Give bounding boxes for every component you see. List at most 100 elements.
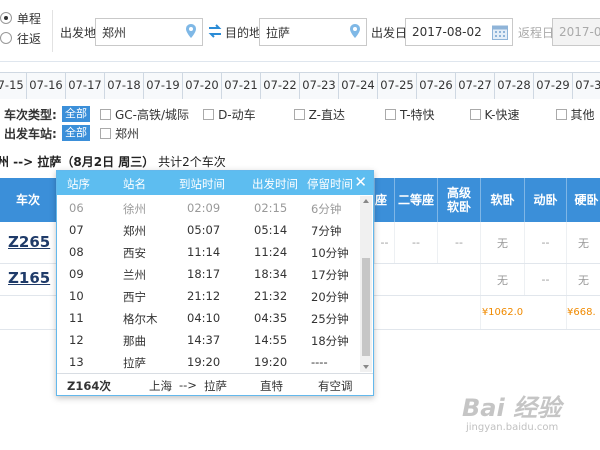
train-type-option-label: K-快速 [484, 107, 520, 122]
stop-arrive: 21:12 [187, 289, 221, 303]
watermark: Bai 经验 jingyan.baidu.com [450, 388, 600, 443]
from-label: 出发地 [60, 26, 97, 40]
date-tabs: 07-1507-1607-1707-1807-1907-2007-2107-22… [0, 72, 600, 99]
checkbox[interactable] [384, 108, 396, 120]
date-tab[interactable]: 07-15 [0, 73, 27, 99]
date-tab[interactable]: 07-24 [339, 73, 378, 99]
train-type-option[interactable]: K-快速 [469, 106, 520, 123]
to-label: 目的地 [225, 26, 262, 40]
return-date-input[interactable]: 2017-0 [552, 18, 600, 46]
stop-depart: 05:14 [254, 223, 288, 237]
swap-icon[interactable] [207, 24, 223, 38]
header-soft-sleeper: 软卧 [480, 178, 524, 222]
train-type-option[interactable]: Z-直达 [293, 106, 345, 123]
col-depart: 出发时间 [252, 177, 298, 191]
date-tab[interactable]: 07-30 [573, 73, 600, 99]
train-type-option[interactable]: 其他 [555, 106, 595, 123]
train-number-link[interactable]: Z165 [8, 269, 50, 287]
scroll-up-icon[interactable] [363, 199, 369, 203]
header-train: 车次 [15, 193, 40, 207]
stop-depart: 04:35 [254, 311, 288, 325]
checkbox[interactable] [555, 108, 567, 120]
footer-arrow: --> [179, 378, 197, 392]
stop-row: 13 拉萨 19:20 19:20 ---- [57, 351, 357, 373]
roundtrip-radio[interactable] [0, 32, 12, 44]
oneway-radio[interactable] [0, 12, 12, 24]
date-tab[interactable]: 07-29 [534, 73, 573, 99]
stop-row: 09 兰州 18:17 18:34 17分钟 [57, 263, 357, 285]
train-type-option[interactable]: GC-高铁/城际 [100, 106, 189, 123]
depart-label: 出发日 [371, 26, 408, 40]
train-type-option[interactable]: D-动车 [203, 106, 256, 123]
stop-stay: 18分钟 [311, 334, 349, 348]
depart-date-input[interactable]: 2017-08-02 [405, 18, 513, 46]
date-tab[interactable]: 07-16 [27, 73, 66, 99]
stop-seq: 08 [69, 245, 84, 259]
stop-depart: 02:15 [254, 201, 288, 215]
from-input[interactable]: 郑州 [95, 18, 203, 46]
date-tab[interactable]: 07-20 [183, 73, 222, 99]
date-tab[interactable]: 07-23 [300, 73, 339, 99]
stops-list: 06 徐州 02:09 02:15 6分钟 07 郑州 05:07 05:14 7分钟 08 西安 11… [57, 195, 373, 373]
checkbox[interactable] [100, 108, 111, 120]
stop-arrive: 19:20 [187, 355, 221, 369]
stop-station: 格尔木 [123, 312, 158, 326]
date-tab[interactable]: 07-28 [495, 73, 534, 99]
train-number-link[interactable]: Z265 [8, 233, 50, 251]
date-tab[interactable]: 07-26 [417, 73, 456, 99]
stop-stay: 6分钟 [311, 202, 342, 216]
header-deluxe-soft-sleeper: 高级 软卧 [437, 178, 480, 222]
train-type-option[interactable]: T-特快 [384, 106, 435, 123]
scrollbar-thumb[interactable] [362, 258, 370, 356]
date-tab[interactable]: 07-19 [144, 73, 183, 99]
station-all-button[interactable]: 全部 [62, 125, 90, 141]
station-option-label: 郑州 [115, 126, 140, 141]
watermark-url: jingyan.baidu.com [466, 422, 559, 433]
stop-seq: 13 [69, 355, 84, 369]
stop-depart: 21:32 [254, 289, 288, 303]
price-hard-sleeper[interactable]: ¥668. [566, 296, 600, 329]
scrollbar[interactable] [360, 196, 372, 372]
stop-stay: 25分钟 [311, 312, 349, 326]
table-cell: 无 [566, 222, 600, 263]
stop-row: 10 西宁 21:12 21:32 20分钟 [57, 285, 357, 307]
train-type-all-button[interactable]: 全部 [62, 106, 90, 122]
date-tab[interactable]: 07-27 [456, 73, 495, 99]
col-stay: 停留时间 [307, 177, 353, 191]
footer-ac: 有空调 [318, 379, 353, 393]
stop-station: 徐州 [123, 202, 146, 216]
trip-type-oneway[interactable]: 单程 [0, 8, 48, 28]
date-tab[interactable]: 07-17 [66, 73, 105, 99]
to-input[interactable]: 拉萨 [259, 18, 367, 46]
checkbox[interactable] [203, 108, 215, 120]
checkbox[interactable] [100, 127, 111, 139]
date-tab[interactable]: 07-21 [222, 73, 261, 99]
location-pin-icon [186, 24, 196, 38]
trip-type-roundtrip[interactable]: 往返 [0, 28, 48, 48]
date-tab[interactable]: 07-25 [378, 73, 417, 99]
table-cell: -- [394, 222, 437, 263]
stop-station: 西安 [123, 246, 146, 260]
checkbox[interactable] [469, 108, 481, 120]
trip-type-group: 单程 往返 [0, 8, 48, 48]
oneway-label: 单程 [17, 11, 42, 26]
stop-arrive: 14:37 [187, 333, 221, 347]
header-hard-sleeper: 硬卧 [566, 178, 600, 222]
calendar-icon[interactable] [492, 24, 508, 40]
popup-header: 站序 站名 到站时间 出发时间 停留时间 ✕ [57, 171, 373, 195]
stop-seq: 09 [69, 267, 84, 281]
route-text: 州 --> 拉萨 [0, 155, 62, 169]
price-soft-sleeper[interactable]: ¥1062.0 [480, 296, 524, 329]
date-tab[interactable]: 07-18 [105, 73, 144, 99]
location-pin-icon [350, 24, 360, 38]
station-filter: 出发车站: 全部 郑州 [4, 124, 139, 142]
col-seq: 站序 [67, 177, 90, 191]
train-type-option-label: Z-直达 [308, 107, 345, 122]
checkbox[interactable] [293, 108, 305, 120]
train-type-filter: 车次类型: 全部 GC-高铁/城际 D-动车 Z-直达 T-特快 K-快速 其他 [4, 105, 595, 123]
date-tab[interactable]: 07-22 [261, 73, 300, 99]
station-option[interactable]: 郑州 [100, 125, 139, 142]
date-text: （8月2日 周三） [61, 155, 155, 169]
close-icon[interactable]: ✕ [354, 173, 367, 191]
scroll-down-icon[interactable] [363, 365, 369, 369]
